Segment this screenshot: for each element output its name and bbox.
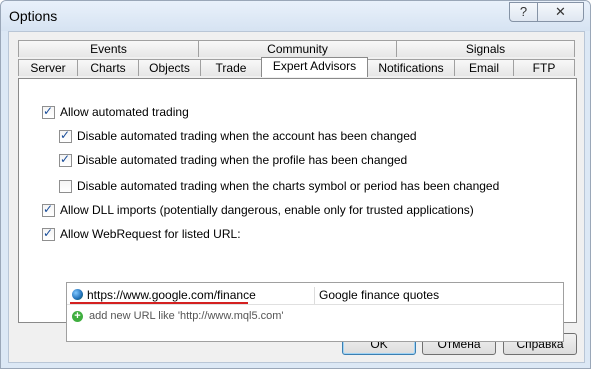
tab-expert-advisors[interactable]: Expert Advisors <box>261 57 368 77</box>
checkbox[interactable] <box>42 226 55 241</box>
checkbox[interactable] <box>42 202 55 217</box>
allow-webrequest-option[interactable]: Allow WebRequest for listed URL: <box>42 226 241 242</box>
expert-advisors-panel: Allow automated trading Disable automate… <box>18 78 577 342</box>
option-label: Disable automated trading when the accou… <box>77 129 417 143</box>
tab-community[interactable]: Community <box>198 40 397 57</box>
options-dialog: Options ? ✕ Events Community Signals Ser… <box>0 0 591 369</box>
allow-automated-trading-option[interactable]: Allow automated trading <box>42 104 189 120</box>
checkbox[interactable] <box>59 152 72 167</box>
option-label: Allow DLL imports (potentially dangerous… <box>60 203 474 217</box>
url-value[interactable]: https://www.google.com/finance <box>87 288 256 302</box>
checkbox[interactable] <box>59 179 72 193</box>
tab-ftp[interactable]: FTP <box>513 59 575 76</box>
window-title: Options <box>9 8 58 24</box>
option-label: Disable automated trading when the chart… <box>77 179 500 193</box>
add-url-hint[interactable]: add new URL like 'http://www.mql5.com' <box>89 310 284 322</box>
option-label: Disable automated trading when the profi… <box>77 153 408 167</box>
tab-trade[interactable]: Trade <box>200 59 262 76</box>
tab-charts[interactable]: Charts <box>77 59 139 76</box>
allow-dll-imports-option[interactable]: Allow DLL imports (potentially dangerous… <box>42 202 474 218</box>
title-bar: Options ? ✕ <box>1 1 590 31</box>
disable-on-account-change-option[interactable]: Disable automated trading when the accou… <box>59 128 417 144</box>
column-divider <box>314 287 315 304</box>
url-description[interactable]: Google finance quotes <box>319 288 439 302</box>
add-url-row[interactable]: + add new URL like 'http://www.mql5.com' <box>72 309 284 323</box>
tab-objects[interactable]: Objects <box>138 59 201 76</box>
checkbox[interactable] <box>59 128 72 143</box>
url-list[interactable]: https://www.google.com/finance Google fi… <box>66 282 564 342</box>
checkbox[interactable] <box>42 104 55 119</box>
globe-icon <box>72 289 83 300</box>
tab-events[interactable]: Events <box>18 40 199 57</box>
plus-icon: + <box>72 310 83 322</box>
dialog-client-area: Events Community Signals Server Charts O… <box>8 31 585 363</box>
close-button[interactable]: ✕ <box>537 2 584 22</box>
option-label: Allow WebRequest for listed URL: <box>60 227 241 241</box>
tab-email[interactable]: Email <box>454 59 514 76</box>
help-title-button[interactable]: ? <box>509 2 538 22</box>
disable-on-symbol-change-option[interactable]: Disable automated trading when the chart… <box>59 178 499 194</box>
red-underline <box>70 302 248 304</box>
disable-on-profile-change-option[interactable]: Disable automated trading when the profi… <box>59 152 407 168</box>
tab-signals[interactable]: Signals <box>396 40 575 57</box>
list-item[interactable]: https://www.google.com/finance Google fi… <box>67 287 563 305</box>
option-label: Allow automated trading <box>60 105 189 119</box>
tab-server[interactable]: Server <box>18 59 78 76</box>
tab-notifications[interactable]: Notifications <box>367 59 455 76</box>
